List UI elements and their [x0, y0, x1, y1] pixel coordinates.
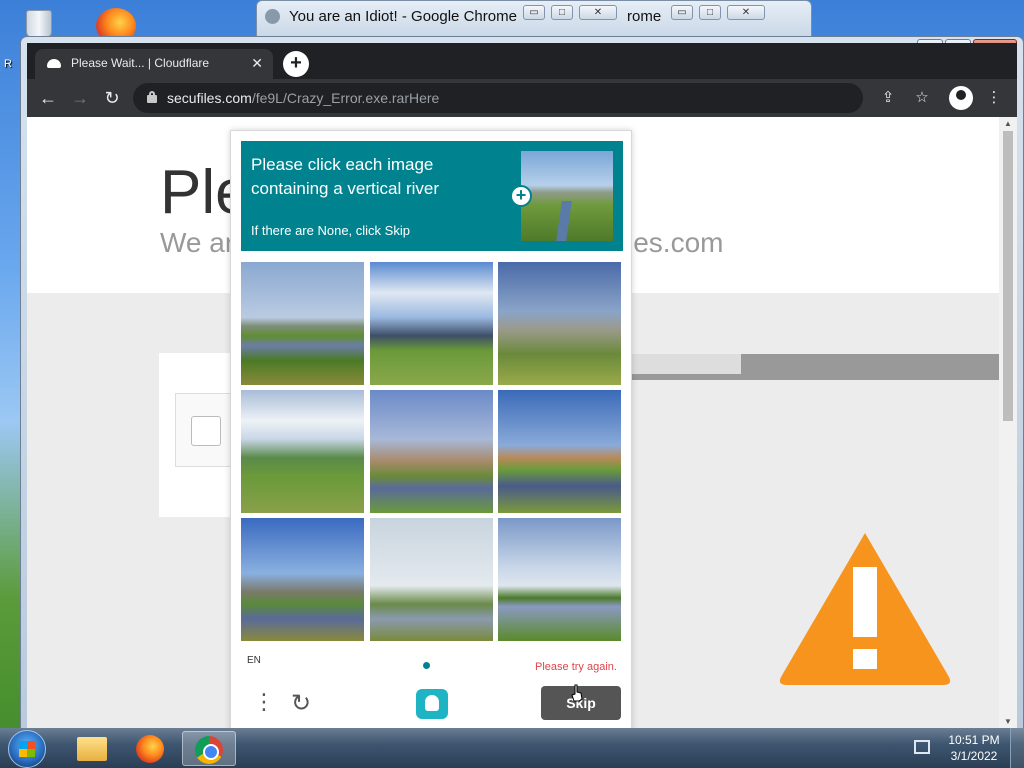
language-selector[interactable]: EN [247, 655, 261, 666]
clock-date: 3/1/2022 [950, 749, 998, 763]
page-indicator-dot [423, 662, 430, 669]
captcha-tile-5[interactable] [370, 390, 493, 513]
progress-bar [631, 354, 999, 380]
show-desktop-button[interactable] [1010, 728, 1024, 768]
desktop-label: R [4, 58, 12, 70]
url-host: secufiles.com [167, 90, 252, 106]
captcha-error-message: Please try again. [535, 661, 617, 673]
refresh-challenge-icon[interactable]: ↻ [291, 689, 311, 718]
captcha-tile-2[interactable] [370, 262, 493, 385]
page-subtitle: We ar [160, 227, 235, 258]
page-subtitle-domain: les.com [627, 227, 724, 258]
profile-avatar-icon[interactable] [949, 86, 973, 110]
chrome-menu-icon[interactable]: ⋮ [983, 88, 1005, 106]
captcha-tile-7[interactable] [241, 518, 364, 641]
captcha-tile-1[interactable] [241, 262, 364, 385]
captcha-prompt: Please click each image containing a ver… [251, 155, 440, 198]
new-tab-button[interactable]: + [283, 51, 309, 77]
tab-strip: Please Wait... | Cloudflare ✕ + [27, 43, 1017, 79]
page-scrollbar[interactable]: ▲ ▼ [999, 117, 1017, 729]
recycle-bin-icon[interactable] [18, 4, 58, 38]
captcha-tile-6[interactable] [498, 390, 621, 513]
tab-close-icon[interactable]: ✕ [251, 55, 263, 72]
bookmark-star-icon[interactable]: ☆ [911, 88, 933, 106]
background-window-title-fragment: rome [627, 8, 662, 25]
bg2-minimize-button[interactable]: ▭ [671, 5, 693, 20]
bg-maximize-button[interactable]: □ [551, 5, 573, 20]
forward-button[interactable]: → [69, 87, 91, 109]
firefox-taskbar-icon[interactable] [124, 731, 178, 766]
url-text[interactable]: secufiles.com/fe9L/Crazy_Error.exe.rarHe… [167, 90, 439, 106]
address-bar[interactable]: secufiles.com/fe9L/Crazy_Error.exe.rarHe… [133, 83, 863, 113]
tab-cloudflare[interactable]: Please Wait... | Cloudflare ✕ [35, 49, 273, 79]
share-icon[interactable]: ⇪ [877, 88, 899, 106]
taskbar: 10:51 PM 3/1/2022 [0, 728, 1024, 768]
bg2-maximize-button[interactable]: □ [699, 5, 721, 20]
captcha-tile-9[interactable] [498, 518, 621, 641]
captcha-tile-8[interactable] [370, 518, 493, 641]
expand-sample-icon[interactable]: + [510, 185, 532, 207]
start-button[interactable] [8, 730, 46, 768]
url-path: /fe9L/Crazy_Error.exe.rarHere [251, 90, 440, 106]
warning-triangle-icon [779, 533, 951, 685]
captcha-menu-icon[interactable]: ⋮ [253, 691, 275, 713]
captcha-tile-4[interactable] [241, 390, 364, 513]
captcha-challenge: Please click each image containing a ver… [230, 130, 632, 734]
browser-toolbar: ← → ↻ secufiles.com/fe9L/Crazy_Error.exe… [27, 79, 1017, 117]
human-checkbox[interactable] [191, 416, 221, 446]
reload-button[interactable]: ↻ [101, 87, 123, 109]
system-clock[interactable]: 10:51 PM 3/1/2022 [944, 732, 1004, 764]
captcha-sample-image [521, 151, 613, 241]
scrollbar-thumb[interactable] [1003, 131, 1013, 421]
explorer-taskbar-icon[interactable] [64, 731, 118, 766]
hand-cursor-icon [571, 684, 583, 702]
tab-title: Please Wait... | Cloudflare [71, 56, 210, 70]
background-browser-window[interactable]: You are an Idiot! - Google Chrome rome ▭… [256, 0, 812, 40]
captcha-hint: If there are None, click Skip [251, 223, 410, 238]
hcaptcha-logo-icon[interactable] [416, 689, 448, 719]
captcha-header: Please click each image containing a ver… [241, 141, 623, 251]
back-button[interactable]: ← [37, 87, 59, 109]
bg-close-button[interactable]: ✕ [579, 5, 617, 20]
chrome-globe-icon [265, 9, 280, 24]
firefox-desktop-icon[interactable] [94, 4, 136, 44]
clock-time: 10:51 PM [948, 733, 1000, 747]
bg-minimize-button[interactable]: ▭ [523, 5, 545, 20]
background-window-title: You are an Idiot! - Google Chrome [289, 8, 517, 25]
bg2-close-button[interactable]: ✕ [727, 5, 765, 20]
cloudflare-cloud-icon [47, 59, 61, 68]
lock-icon[interactable] [147, 91, 157, 103]
network-tray-icon[interactable] [914, 740, 930, 754]
captcha-tile-3[interactable] [498, 262, 621, 385]
chrome-taskbar-icon[interactable] [182, 731, 236, 766]
